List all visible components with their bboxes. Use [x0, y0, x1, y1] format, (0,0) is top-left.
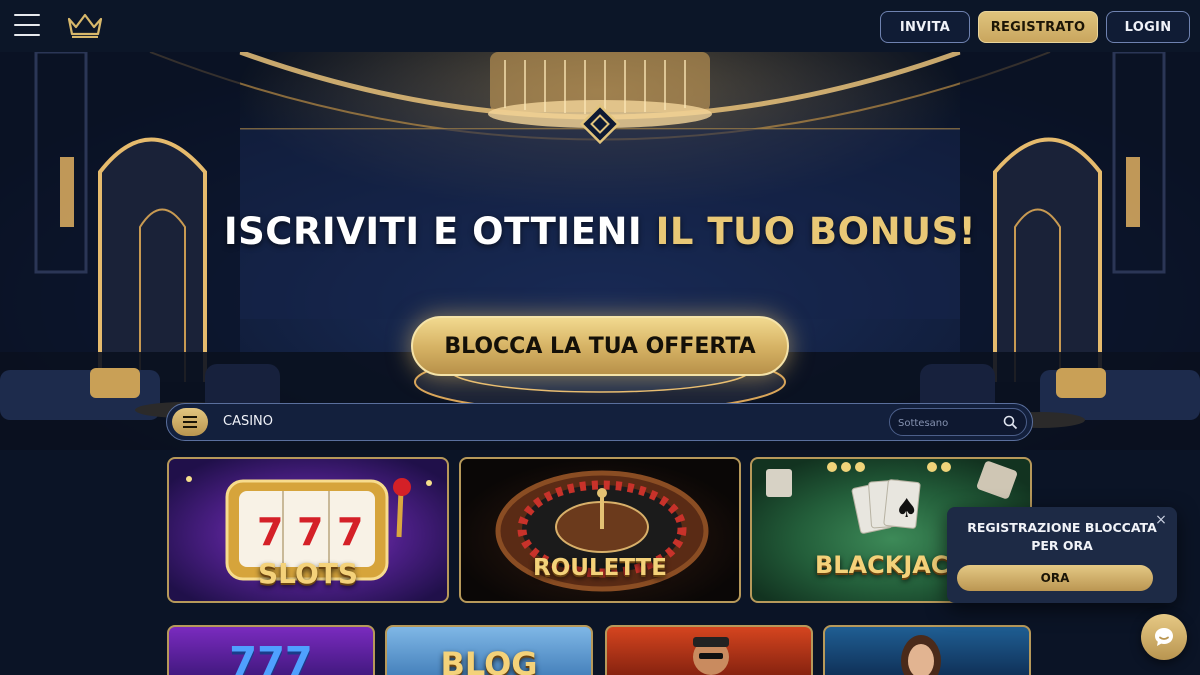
category-bar: CASINO	[166, 403, 1033, 441]
crown-logo-icon[interactable]	[66, 11, 104, 39]
search-icon[interactable]	[1003, 415, 1018, 430]
blog-label: BLOG	[440, 645, 538, 675]
hamburger-menu-icon[interactable]	[14, 14, 40, 36]
game-character-icon	[693, 637, 729, 675]
game-tile-slots[interactable]: 7 7 7 SLOTS	[167, 457, 449, 603]
login-button[interactable]: LOGIN	[1106, 11, 1190, 43]
hero-headline: ISCRIVITI E OTTIENI IL TUO BONUS!	[0, 210, 1200, 253]
register-button[interactable]: REGISTRATO	[978, 11, 1098, 43]
headline-gold-part: IL TUO BONUS!	[655, 210, 977, 253]
slots-label: SLOTS	[257, 557, 359, 590]
svg-text:♠: ♠	[895, 494, 918, 524]
svg-text:7: 7	[257, 510, 283, 554]
live-chat-button[interactable]	[1141, 614, 1187, 660]
roulette-label: ROULETTE	[533, 555, 667, 581]
svg-text:7: 7	[337, 510, 363, 554]
search-box	[889, 408, 1027, 436]
game-tile-character[interactable]	[605, 625, 813, 675]
claim-offer-button[interactable]: BLOCCA LA TUA OFFERTA	[411, 316, 789, 376]
registration-blocked-popup: × REGISTRAZIONE BLOCCATA PER ORA ORA	[947, 507, 1177, 603]
top-navigation-bar: INVITA REGISTRATO LOGIN	[0, 0, 1200, 52]
game-tile-777[interactable]: 777	[167, 625, 375, 675]
777-label: 777	[229, 639, 313, 675]
game-tile-blog[interactable]: BLOG	[385, 625, 593, 675]
dealer-avatar-icon	[901, 635, 941, 675]
search-input[interactable]	[898, 413, 998, 433]
game-tile-dealer[interactable]	[823, 625, 1031, 675]
chat-bubble-icon	[1155, 628, 1173, 646]
game-tile-roulette[interactable]: ROULETTE	[459, 457, 741, 603]
popup-action-button[interactable]: ORA	[957, 565, 1153, 591]
headline-white-part: ISCRIVITI E OTTIENI	[223, 210, 656, 253]
category-label[interactable]: CASINO	[223, 414, 273, 429]
roulette-wheel-icon	[495, 470, 709, 592]
popup-message: REGISTRAZIONE BLOCCATA PER ORA	[967, 520, 1157, 553]
invite-button[interactable]: INVITA	[880, 11, 970, 43]
category-menu-icon[interactable]	[172, 408, 208, 436]
hero-banner: ISCRIVITI E OTTIENI IL TUO BONUS! BLOCCA…	[0, 52, 1200, 450]
svg-text:7: 7	[297, 510, 323, 554]
